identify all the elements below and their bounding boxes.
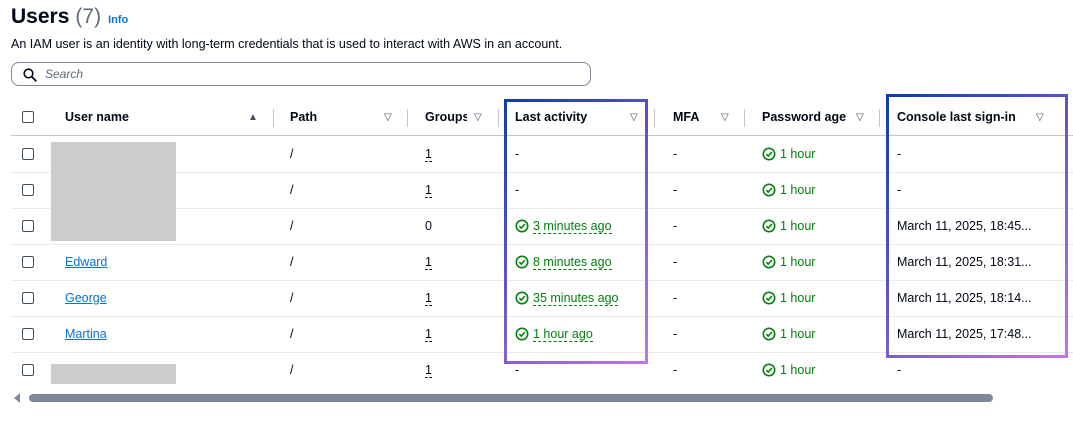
column-divider[interactable] (498, 109, 499, 127)
path-cell: / (290, 363, 294, 377)
password-age-text: 1 hour (780, 147, 816, 161)
user-name-link[interactable]: Martina (65, 327, 107, 341)
column-divider[interactable] (273, 109, 274, 127)
path-cell: / (290, 291, 294, 305)
password-age-text: 1 hour (780, 327, 816, 341)
user-name-link[interactable]: George (65, 291, 107, 305)
column-header-password-age[interactable]: Password age (762, 99, 846, 135)
mfa-cell: - (673, 363, 678, 377)
search-icon (23, 68, 37, 82)
groups-link[interactable]: 1 (425, 147, 432, 162)
page-description: An IAM user is an identity with long-ter… (11, 37, 563, 51)
column-divider[interactable] (407, 109, 408, 127)
select-all-checkbox[interactable] (22, 111, 34, 123)
groups-link[interactable]: 1 (425, 255, 432, 270)
check-circle-icon (762, 219, 776, 233)
password-age-cell: 1 hour (762, 316, 815, 352)
redacted-user-name (51, 364, 176, 384)
mfa-cell: - (673, 327, 678, 341)
check-circle-icon (762, 363, 776, 377)
row-checkbox[interactable] (22, 292, 34, 304)
password-age-cell: 1 hour (762, 136, 815, 172)
column-header-label: User name (65, 110, 129, 124)
column-divider[interactable] (879, 109, 880, 127)
user-name-link[interactable]: Edward (65, 255, 107, 269)
password-age-text: 1 hour (780, 363, 816, 377)
password-age-text: 1 hour (780, 255, 816, 269)
column-divider[interactable] (654, 109, 655, 127)
password-age-cell: 1 hour (762, 280, 815, 316)
password-age-text: 1 hour (780, 219, 816, 233)
mfa-cell: - (673, 147, 678, 161)
mfa-cell: - (673, 291, 678, 305)
column-header-label: MFA (673, 110, 700, 124)
mfa-cell: - (673, 219, 678, 233)
sort-icon[interactable]: ▽ (721, 112, 729, 123)
row-checkbox[interactable] (22, 328, 34, 340)
password-age-cell: 1 hour (762, 208, 815, 244)
mfa-cell: - (673, 183, 678, 197)
highlight-console-signin-column (886, 94, 1068, 358)
path-cell: / (290, 183, 294, 197)
check-circle-icon (762, 291, 776, 305)
mfa-cell: - (673, 255, 678, 269)
path-cell: / (290, 327, 294, 341)
user-count: (7) (75, 5, 102, 28)
page-header: Users (7) Info (11, 5, 128, 29)
row-checkbox[interactable] (22, 364, 34, 376)
column-header-label: Password age (762, 110, 847, 124)
sort-icon[interactable]: ▽ (856, 112, 864, 123)
row-checkbox[interactable] (22, 256, 34, 268)
row-checkbox[interactable] (22, 220, 34, 232)
redacted-user-name (51, 142, 176, 241)
info-link[interactable]: Info (108, 14, 128, 26)
column-header-path[interactable]: Path (290, 99, 317, 135)
select-all-cell (22, 99, 34, 135)
password-age-text: 1 hour (780, 183, 816, 197)
password-age-text: 1 hour (780, 291, 816, 305)
password-age-cell: 1 hour (762, 352, 815, 388)
password-age-cell: 1 hour (762, 244, 815, 280)
column-header-groups[interactable]: Groups (425, 99, 467, 135)
row-checkbox[interactable] (22, 184, 34, 196)
scroll-left-arrow-icon[interactable] (14, 393, 20, 403)
check-circle-icon (762, 255, 776, 269)
groups-link[interactable]: 1 (425, 183, 432, 198)
path-cell: / (290, 219, 294, 233)
password-age-cell: 1 hour (762, 172, 815, 208)
search-bar[interactable] (11, 62, 591, 86)
sort-ascending-icon[interactable]: ▲ (248, 112, 258, 123)
search-input[interactable] (45, 66, 565, 82)
scrollbar-thumb[interactable] (29, 394, 993, 402)
column-divider[interactable] (744, 109, 745, 127)
sort-icon[interactable]: ▽ (384, 112, 392, 123)
highlight-last-activity-column (504, 99, 648, 364)
horizontal-scrollbar[interactable] (11, 392, 1073, 404)
sort-icon[interactable]: ▽ (474, 112, 482, 123)
column-header-label: Path (290, 110, 318, 124)
groups-link[interactable]: 1 (425, 327, 432, 342)
groups-link[interactable]: 1 (425, 291, 432, 306)
check-circle-icon (762, 327, 776, 341)
column-header-label: Groups (425, 110, 467, 124)
path-cell: / (290, 255, 294, 269)
row-checkbox[interactable] (22, 148, 34, 160)
check-circle-icon (762, 147, 776, 161)
column-header-user-name[interactable]: User name (65, 99, 129, 135)
page-title: Users (11, 5, 70, 28)
column-header-mfa[interactable]: MFA (673, 99, 699, 135)
groups-cell: 0 (425, 219, 432, 233)
groups-link[interactable]: 1 (425, 363, 432, 378)
path-cell: / (290, 147, 294, 161)
check-circle-icon (762, 183, 776, 197)
